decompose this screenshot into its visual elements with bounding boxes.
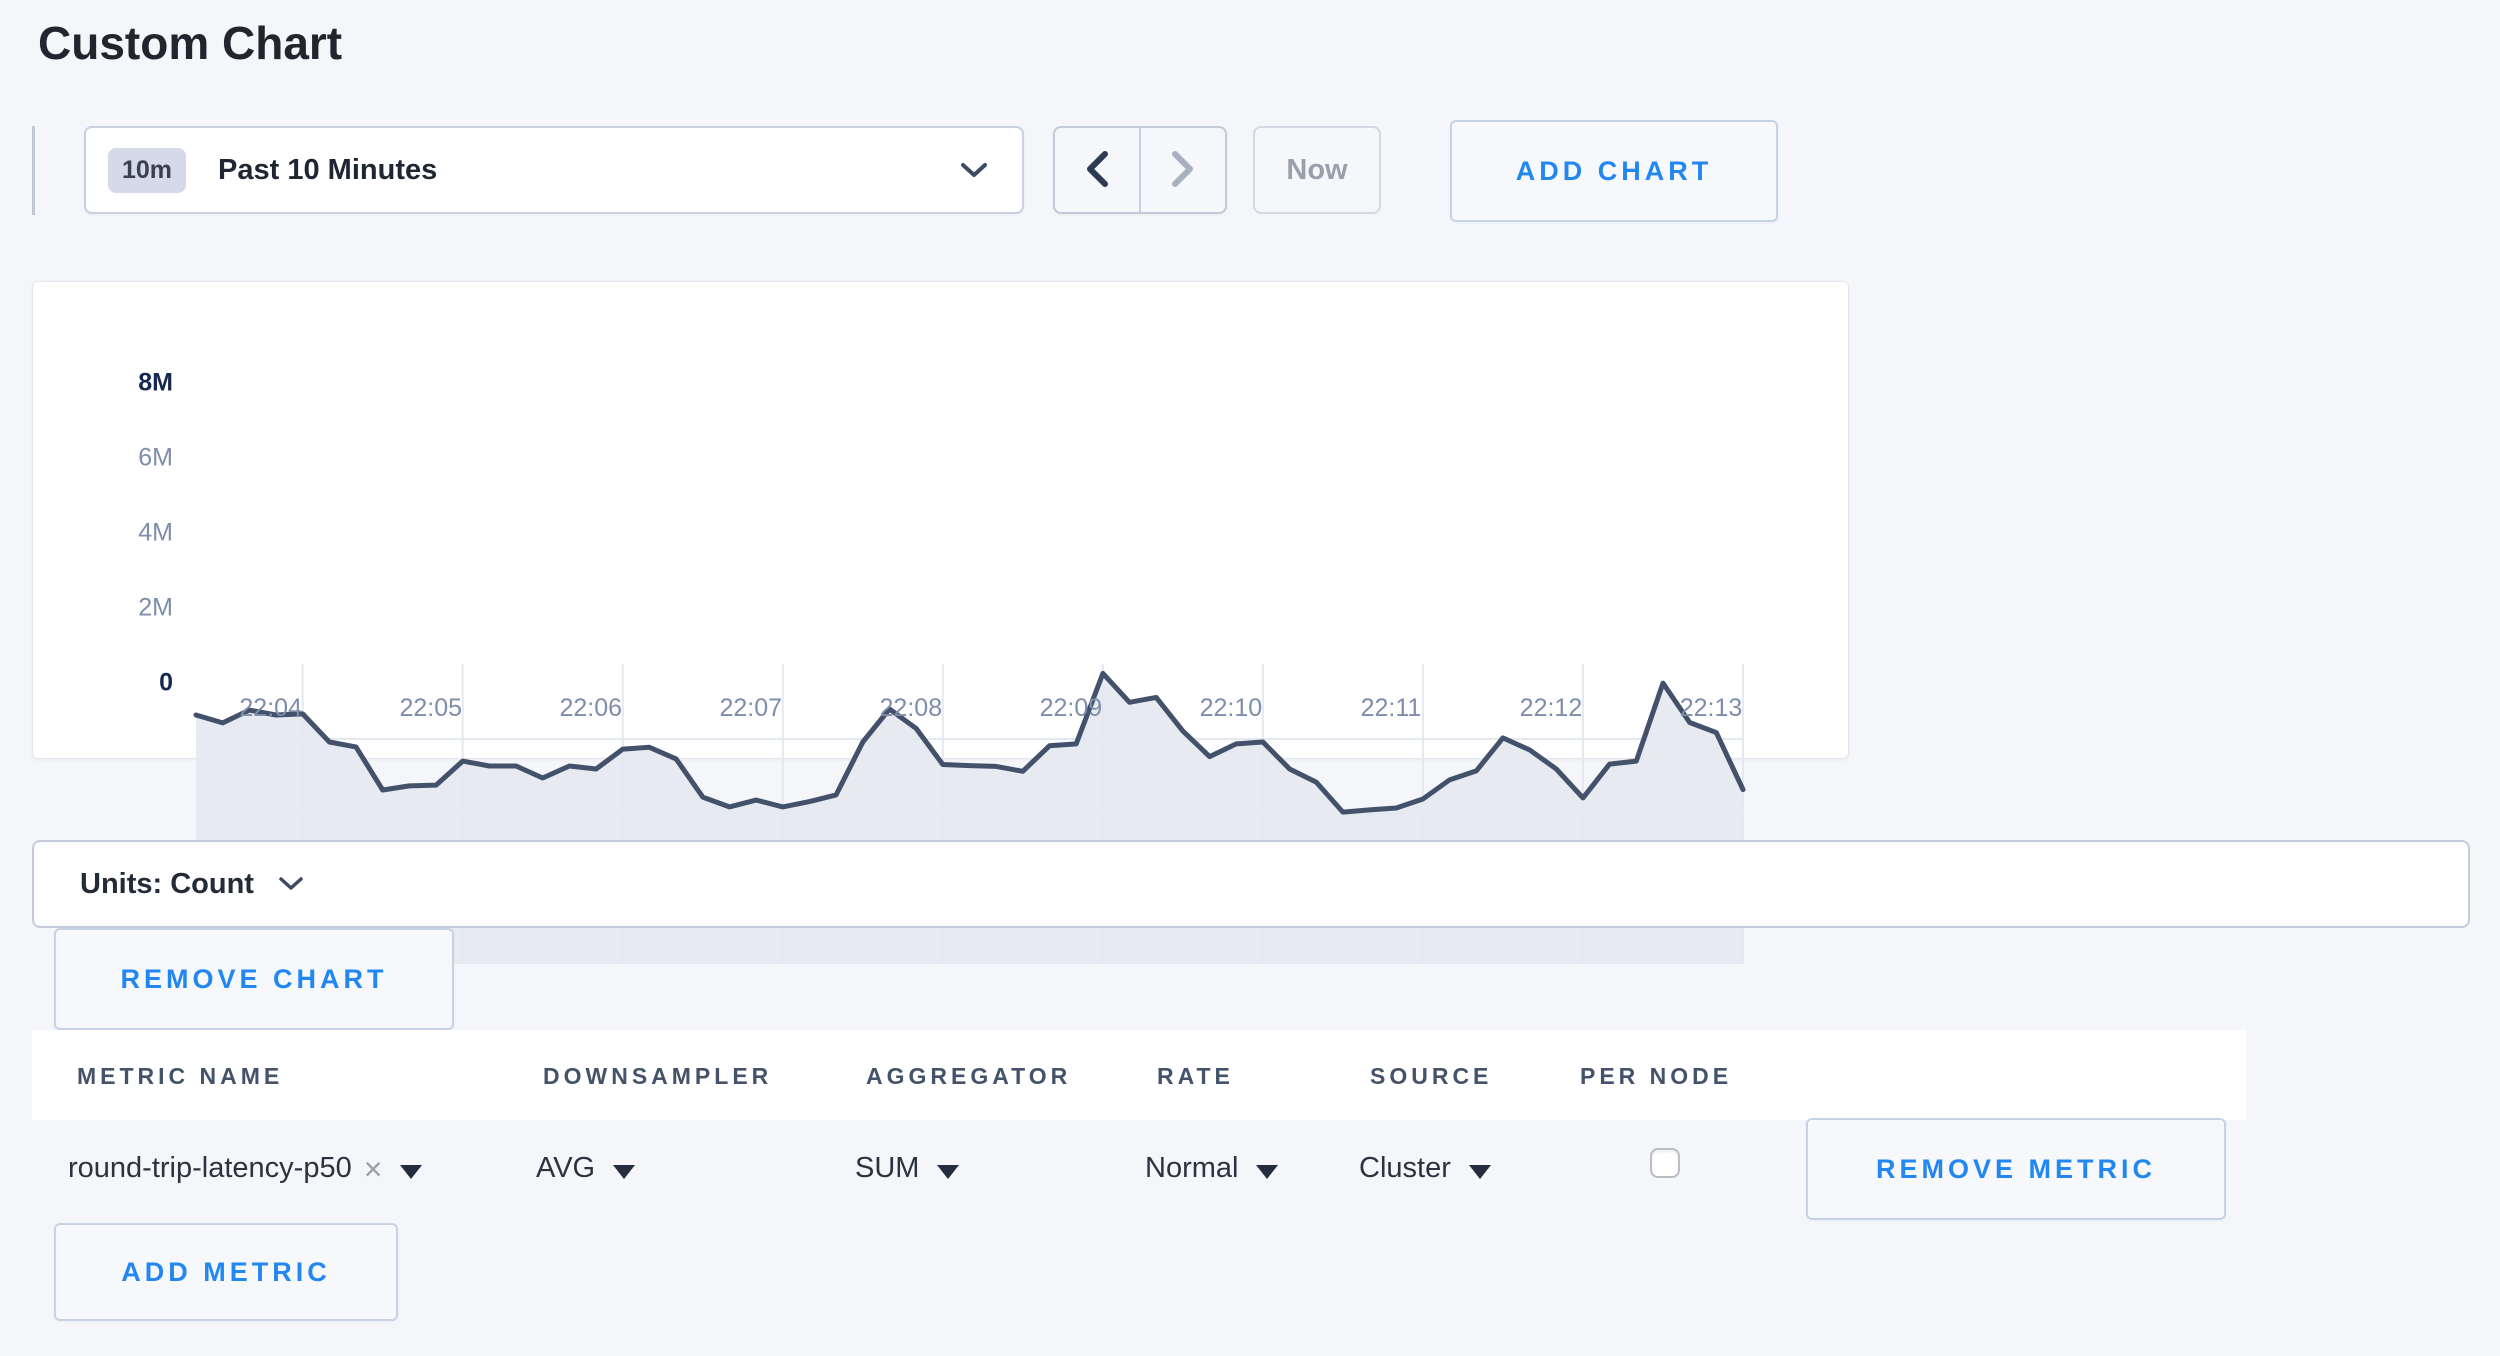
add-metric-button[interactable]: ADD METRIC xyxy=(54,1223,398,1321)
x-axis-tick-label: 22:05 xyxy=(399,694,462,723)
caret-down-icon xyxy=(400,1165,422,1179)
per-node-checkbox[interactable] xyxy=(1650,1148,1680,1178)
caret-down-icon xyxy=(937,1165,959,1179)
metric-name-value: round-trip-latency-p50 xyxy=(68,1152,352,1185)
col-header-source: SOURCE xyxy=(1370,1063,1492,1090)
source-dropdown[interactable]: Cluster xyxy=(1359,1152,1491,1185)
time-forward-button[interactable] xyxy=(1141,128,1225,212)
chevron-left-icon xyxy=(1084,149,1110,192)
x-axis-tick-label: 22:12 xyxy=(1520,694,1583,723)
x-axis-tick-label: 22:08 xyxy=(880,694,943,723)
metrics-table-header: METRIC NAME DOWNSAMPLER AGGREGATOR RATE … xyxy=(32,1030,2246,1120)
time-back-button[interactable] xyxy=(1055,128,1141,212)
rate-value: Normal xyxy=(1145,1152,1238,1185)
downsampler-dropdown[interactable]: AVG xyxy=(536,1152,635,1185)
x-axis-tick-label: 22:07 xyxy=(720,694,783,723)
caret-down-icon xyxy=(1469,1165,1491,1179)
time-range-label: Past 10 Minutes xyxy=(218,154,437,187)
chevron-right-icon xyxy=(1170,149,1196,192)
x-axis-tick-label: 22:04 xyxy=(239,694,302,723)
metric-row: round-trip-latency-p50 × AVG SUM Normal … xyxy=(32,1120,2246,1220)
col-header-rate: RATE xyxy=(1157,1063,1234,1090)
x-axis-tick-label: 22:13 xyxy=(1680,694,1743,723)
aggregator-dropdown[interactable]: SUM xyxy=(855,1152,959,1185)
section-accent-bar xyxy=(32,126,35,215)
clear-metric-icon[interactable]: × xyxy=(364,1153,383,1185)
downsampler-value: AVG xyxy=(536,1152,595,1185)
col-header-metric-name: METRIC NAME xyxy=(77,1063,283,1090)
x-axis-tick-label: 22:09 xyxy=(1040,694,1103,723)
chevron-down-icon xyxy=(960,161,988,179)
add-chart-button[interactable]: ADD CHART xyxy=(1450,120,1778,222)
col-header-aggregator: AGGREGATOR xyxy=(866,1063,1071,1090)
x-axis-tick-label: 22:06 xyxy=(559,694,622,723)
units-dropdown-label: Units: Count xyxy=(80,868,254,901)
page-title: Custom Chart xyxy=(38,16,342,70)
x-axis-tick-label: 22:11 xyxy=(1361,694,1422,723)
y-axis-tick-label: 4M xyxy=(138,519,173,548)
chevron-down-icon xyxy=(278,876,304,892)
caret-down-icon xyxy=(1256,1165,1278,1179)
col-header-per-node: PER NODE xyxy=(1580,1063,1732,1090)
y-axis-tick-label: 2M xyxy=(138,594,173,623)
y-axis-tick-label: 8M xyxy=(138,369,173,398)
time-range-badge: 10m xyxy=(108,148,186,193)
col-header-downsampler: DOWNSAMPLER xyxy=(543,1063,772,1090)
source-value: Cluster xyxy=(1359,1152,1451,1185)
now-button[interactable]: Now xyxy=(1253,126,1381,214)
time-range-dropdown[interactable]: 10m Past 10 Minutes xyxy=(84,126,1024,214)
rate-dropdown[interactable]: Normal xyxy=(1145,1152,1278,1185)
y-axis-tick-label: 6M xyxy=(138,444,173,473)
chart-card: 0 2M 4M 6M 8M 22:04 22:05 22:06 22:07 22:08 22:09… xyxy=(32,281,1849,759)
y-axis-tick-label: 0 xyxy=(159,669,173,698)
remove-metric-button[interactable]: REMOVE METRIC xyxy=(1806,1118,2226,1220)
caret-down-icon xyxy=(613,1165,635,1179)
x-axis-tick-label: 22:10 xyxy=(1200,694,1263,723)
units-dropdown[interactable]: Units: Count xyxy=(32,840,2470,928)
aggregator-value: SUM xyxy=(855,1152,919,1185)
metric-name-dropdown[interactable]: round-trip-latency-p50 × xyxy=(68,1152,422,1185)
remove-chart-button[interactable]: REMOVE CHART xyxy=(54,928,454,1030)
time-nav-group xyxy=(1053,126,1227,214)
